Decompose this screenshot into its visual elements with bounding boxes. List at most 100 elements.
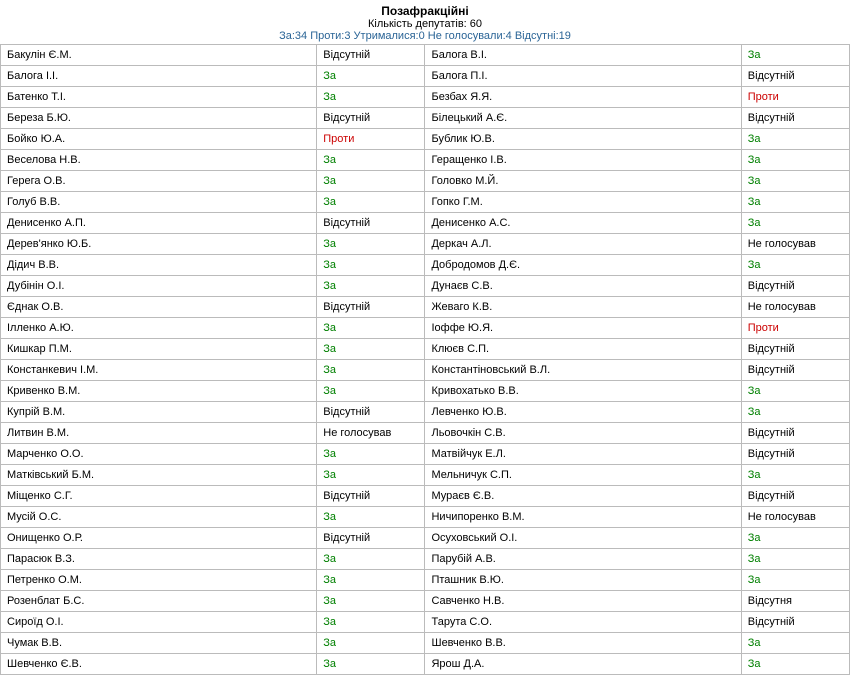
deputy-name: Бублик Ю.В.	[425, 129, 741, 150]
deputy-name: Константіновський В.Л.	[425, 360, 741, 381]
deputy-name: Білецький А.Є.	[425, 108, 741, 129]
vote-value: За	[317, 654, 425, 675]
table-row: Матківський Б.М.ЗаМельничук С.П.За	[1, 465, 850, 486]
summary-novote[interactable]: Не голосували:4	[428, 30, 512, 42]
vote-value: За	[741, 465, 849, 486]
vote-value: За	[317, 318, 425, 339]
vote-value: Відсутній	[741, 108, 849, 129]
summary-absent[interactable]: Відсутні:19	[515, 30, 571, 42]
table-row: Веселова Н.В.ЗаГеращенко І.В.За	[1, 150, 850, 171]
deputy-name: Добродомов Д.Є.	[425, 255, 741, 276]
deputy-name: Марченко О.О.	[1, 444, 317, 465]
vote-value: За	[741, 381, 849, 402]
deputy-name: Гопко Г.М.	[425, 192, 741, 213]
deputy-name: Батенко Т.І.	[1, 87, 317, 108]
table-row: Міщенко С.Г.ВідсутнійМураєв Є.В.Відсутні…	[1, 486, 850, 507]
vote-value: За	[317, 381, 425, 402]
vote-value: За	[317, 234, 425, 255]
deputy-name: Денисенко А.П.	[1, 213, 317, 234]
deputy-name: Голуб В.В.	[1, 192, 317, 213]
table-row: Петренко О.М.ЗаПташник В.Ю.За	[1, 570, 850, 591]
vote-value: За	[741, 654, 849, 675]
table-row: Дідич В.В.ЗаДобродомов Д.Є.За	[1, 255, 850, 276]
vote-value: Відсутній	[741, 66, 849, 87]
vote-value: Відсутній	[741, 339, 849, 360]
vote-value: За	[317, 150, 425, 171]
vote-value: Проти	[741, 318, 849, 339]
vote-results: Позафракційні Кількість депутатів: 60 За…	[0, 0, 850, 675]
table-row: Кишкар П.М.ЗаКлюєв С.П.Відсутній	[1, 339, 850, 360]
vote-value: За	[317, 570, 425, 591]
vote-value: За	[317, 612, 425, 633]
deputy-name: Дідич В.В.	[1, 255, 317, 276]
vote-value: За	[317, 255, 425, 276]
deputy-name: Литвин В.М.	[1, 423, 317, 444]
deputy-count: Кількість депутатів: 60	[0, 18, 850, 30]
vote-value: За	[741, 129, 849, 150]
table-row: Герега О.В.ЗаГоловко М.Й.За	[1, 171, 850, 192]
deputy-name: Веселова Н.В.	[1, 150, 317, 171]
deputy-name: Мусій О.С.	[1, 507, 317, 528]
deputy-name: Льовочкін С.В.	[425, 423, 741, 444]
summary-against[interactable]: Проти:3	[310, 30, 350, 42]
vote-value: Відсутній	[741, 360, 849, 381]
deputy-name: Дубінін О.І.	[1, 276, 317, 297]
deputy-name: Констанкевич І.М.	[1, 360, 317, 381]
deputy-name: Іоффе Ю.Я.	[425, 318, 741, 339]
vote-value: Відсутній	[741, 276, 849, 297]
deputy-name: Герега О.В.	[1, 171, 317, 192]
summary-for[interactable]: За:34	[279, 30, 307, 42]
vote-value: За	[317, 360, 425, 381]
deputy-name: Шевченко В.В.	[425, 633, 741, 654]
table-row: Денисенко А.П.ВідсутнійДенисенко А.С.За	[1, 213, 850, 234]
deputy-name: Ничипоренко В.М.	[425, 507, 741, 528]
table-row: Ілленко А.Ю.ЗаІоффе Ю.Я.Проти	[1, 318, 850, 339]
deputy-name: Береза Б.Ю.	[1, 108, 317, 129]
deputy-name: Єднак О.В.	[1, 297, 317, 318]
deputy-name: Сироїд О.І.	[1, 612, 317, 633]
vote-value: За	[741, 255, 849, 276]
table-row: Шевченко Є.В.ЗаЯрош Д.А.За	[1, 654, 850, 675]
vote-value: Проти	[741, 87, 849, 108]
table-row: Дубінін О.І.ЗаДунаєв С.В.Відсутній	[1, 276, 850, 297]
table-row: Дерев'янко Ю.Б.ЗаДеркач А.Л.Не голосував	[1, 234, 850, 255]
faction-title: Позафракційні	[0, 4, 850, 18]
vote-value: Відсутній	[741, 423, 849, 444]
vote-value: Не голосував	[741, 234, 849, 255]
table-row: Єднак О.В.ВідсутнійЖеваго К.В.Не голосув…	[1, 297, 850, 318]
deputy-name: Савченко Н.В.	[425, 591, 741, 612]
table-row: Мусій О.С.ЗаНичипоренко В.М.Не голосував	[1, 507, 850, 528]
deputy-name: Матківський Б.М.	[1, 465, 317, 486]
table-row: Кривенко В.М.ЗаКривохатько В.В.За	[1, 381, 850, 402]
header: Позафракційні Кількість депутатів: 60 За…	[0, 0, 850, 44]
vote-value: Відсутній	[741, 612, 849, 633]
table-row: Береза Б.Ю.ВідсутнійБілецький А.Є.Відсут…	[1, 108, 850, 129]
deputy-name: Мураєв Є.В.	[425, 486, 741, 507]
deputy-name: Безбах Я.Я.	[425, 87, 741, 108]
table-row: Купрій В.М.ВідсутнійЛевченко Ю.В.За	[1, 402, 850, 423]
deputy-name: Балога І.І.	[1, 66, 317, 87]
deputy-name: Клюєв С.П.	[425, 339, 741, 360]
table-row: Чумак В.В.ЗаШевченко В.В.За	[1, 633, 850, 654]
vote-value: Відсутній	[317, 213, 425, 234]
vote-value: За	[317, 465, 425, 486]
vote-value: Відсутня	[741, 591, 849, 612]
vote-value: Не голосував	[741, 297, 849, 318]
vote-value: За	[317, 591, 425, 612]
deputy-name: Шевченко Є.В.	[1, 654, 317, 675]
deputy-name: Пташник В.Ю.	[425, 570, 741, 591]
vote-value: За	[317, 633, 425, 654]
deputy-name: Ярош Д.А.	[425, 654, 741, 675]
deputy-name: Дерев'янко Ю.Б.	[1, 234, 317, 255]
table-row: Литвин В.М.Не голосувавЛьовочкін С.В.Від…	[1, 423, 850, 444]
vote-value: За	[317, 507, 425, 528]
vote-value: За	[741, 192, 849, 213]
deputy-name: Тарута С.О.	[425, 612, 741, 633]
deputy-name: Осуховський О.І.	[425, 528, 741, 549]
table-row: Розенблат Б.С.ЗаСавченко Н.В.Відсутня	[1, 591, 850, 612]
summary-abstain[interactable]: Утрималися:0	[354, 30, 425, 42]
vote-table: Бакулін Є.М.ВідсутнійБалога В.І.ЗаБалога…	[0, 44, 850, 675]
vote-value: За	[741, 402, 849, 423]
deputy-name: Розенблат Б.С.	[1, 591, 317, 612]
deputy-name: Бойко Ю.А.	[1, 129, 317, 150]
